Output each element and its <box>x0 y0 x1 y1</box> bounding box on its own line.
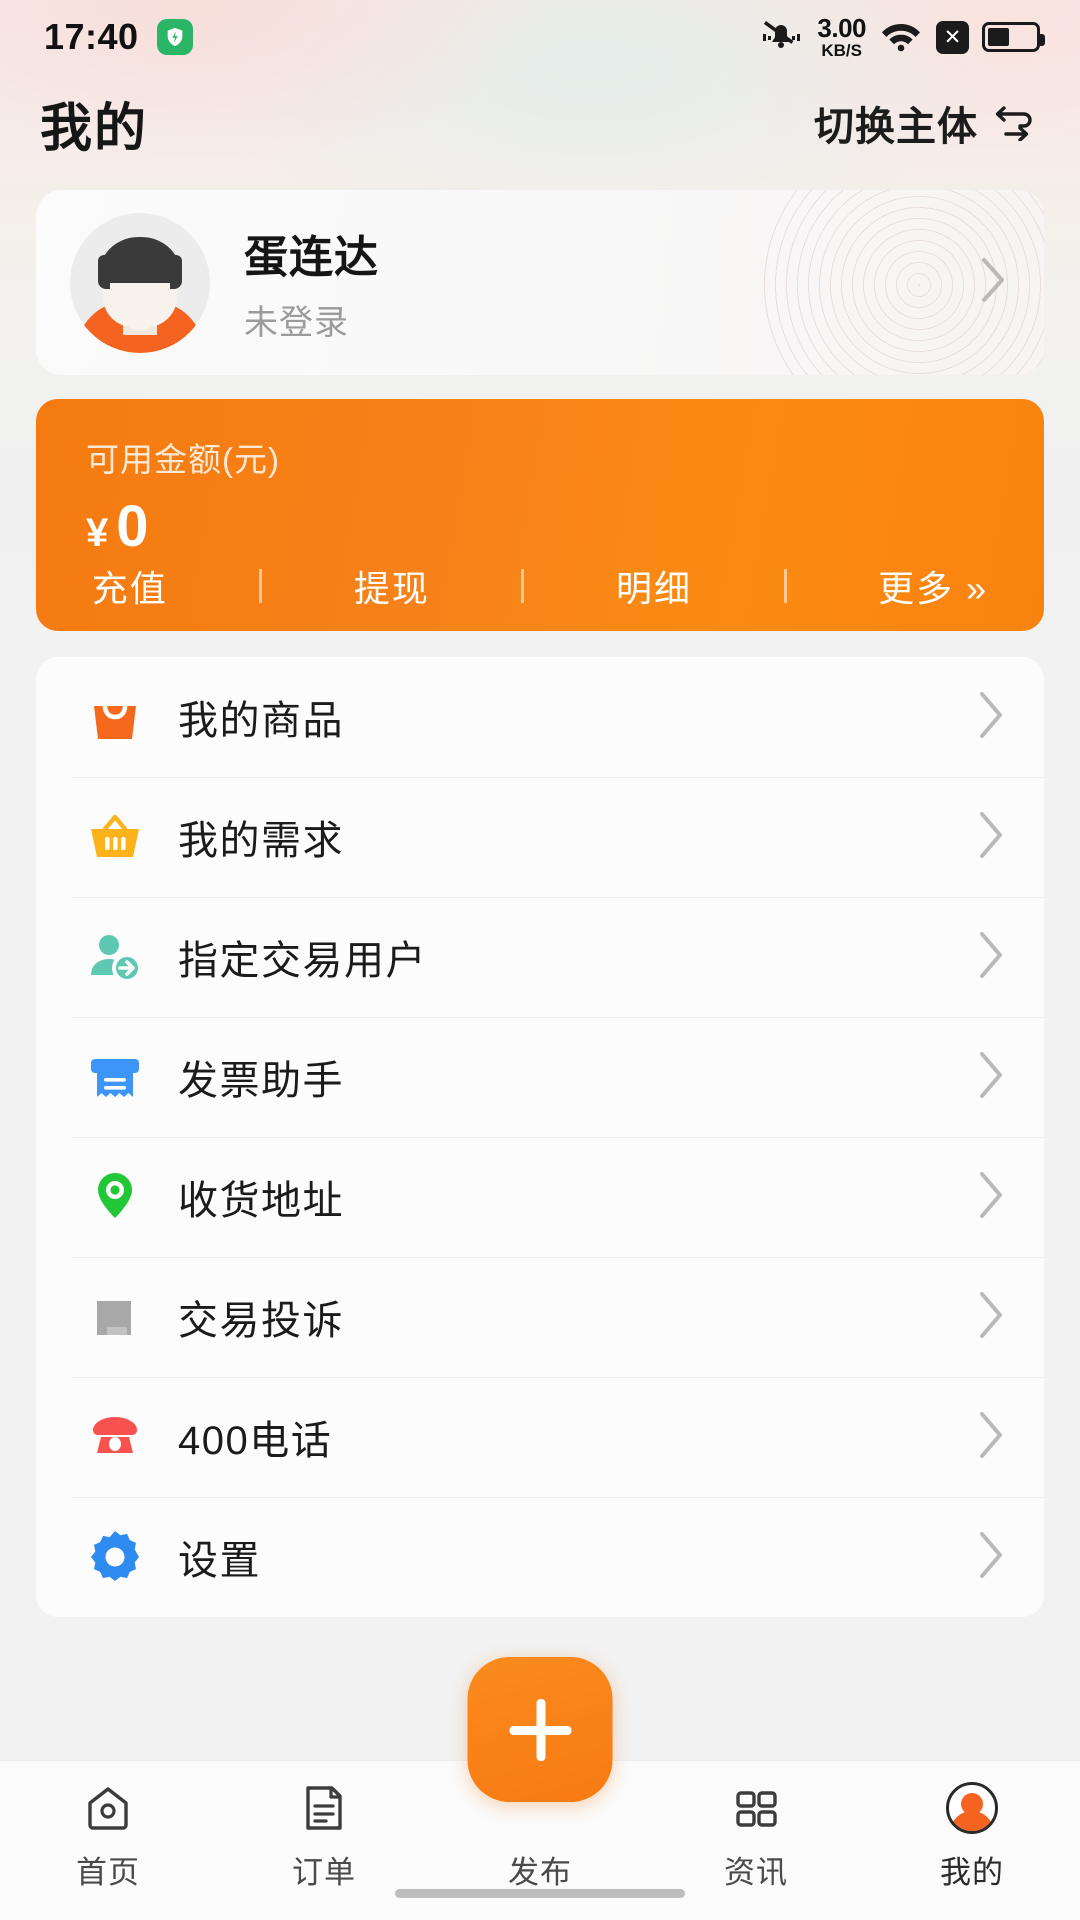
menu-item-400-phone[interactable]: 400电话 <box>36 1377 1044 1497</box>
shield-check-icon <box>156 19 193 55</box>
currency-symbol: ¥ <box>86 511 109 555</box>
status-bar-right: 3.00 KB/S ✕ <box>756 15 1045 59</box>
net-speed-value: 3.00 <box>817 13 866 43</box>
avatar <box>70 212 210 353</box>
balance-card: 可用金额(元) ¥ 0 充值 提现 明细 更多 » <box>36 399 1044 631</box>
profile-name: 蛋连达 <box>244 233 379 282</box>
menu-item-designated-trade-user[interactable]: 指定交易用户 <box>36 897 1044 1017</box>
tab-orders[interactable]: 订单 <box>216 1781 432 1892</box>
menu-item-invoice-assistant[interactable]: 发票助手 <box>36 1017 1044 1137</box>
chevron-right-icon <box>972 1168 1008 1227</box>
battery-icon <box>982 22 1045 52</box>
chevron-right-icon <box>972 1288 1008 1347</box>
net-speed-unit: KB/S <box>821 41 862 60</box>
shopping-bag-icon <box>82 684 148 750</box>
close-box-icon: ✕ <box>936 20 969 54</box>
switch-entity-button[interactable]: 切换主体 <box>814 94 1038 152</box>
balance-label: 可用金额(元) <box>86 441 280 478</box>
divider <box>521 569 525 603</box>
swap-icon <box>992 101 1038 146</box>
tab-label: 资讯 <box>724 1855 788 1890</box>
order-icon <box>300 1781 348 1835</box>
recharge-button[interactable]: 充值 <box>92 560 168 612</box>
menu-item-label: 400电话 <box>178 1419 333 1463</box>
home-icon <box>82 1781 134 1835</box>
network-speed: 3.00 KB/S <box>817 15 866 59</box>
publish-fab-button[interactable] <box>467 1657 613 1802</box>
menu-item-shipping-address[interactable]: 收货地址 <box>36 1137 1044 1257</box>
menu-item-label: 我的商品 <box>178 699 344 743</box>
details-button[interactable]: 明细 <box>616 560 692 612</box>
balance-value: 0 <box>116 494 150 559</box>
status-bar-left: 17:40 <box>44 16 193 58</box>
page-title: 我的 <box>40 99 149 158</box>
profile-text: 蛋连达 未登录 <box>244 221 379 344</box>
profile-icon <box>946 1781 998 1835</box>
app-screen: 17:40 3.00 KB/S ✕ 我的 切换主体 蛋连达 未登录 可用金额(元… <box>0 0 1080 1920</box>
menu-item-label: 收货地址 <box>178 1179 344 1223</box>
menu-item-label: 指定交易用户 <box>178 939 427 983</box>
tab-home[interactable]: 首页 <box>0 1781 216 1892</box>
balance-amount: ¥ 0 <box>36 493 1044 560</box>
withdraw-button[interactable]: 提现 <box>354 560 430 612</box>
basket-icon <box>82 804 148 870</box>
menu-item-trade-complaint[interactable]: 交易投诉 <box>36 1257 1044 1377</box>
location-pin-icon <box>82 1164 148 1230</box>
chevron-right-icon <box>972 928 1008 987</box>
tab-news[interactable]: 资讯 <box>648 1781 864 1892</box>
grid-icon <box>730 1781 782 1835</box>
status-bar: 17:40 3.00 KB/S ✕ <box>0 0 1080 74</box>
avatar <box>946 1782 998 1834</box>
more-button[interactable]: 更多 » <box>878 560 988 612</box>
menu-item-label: 设置 <box>178 1539 261 1583</box>
bell-muted-icon <box>756 16 804 59</box>
tab-label: 发布 <box>508 1855 572 1890</box>
menu-item-my-demands[interactable]: 我的需求 <box>36 777 1044 897</box>
chevron-right-icon <box>972 1408 1008 1467</box>
menu-item-label: 交易投诉 <box>178 1299 344 1343</box>
chevron-right-icon <box>972 688 1008 747</box>
tab-label: 订单 <box>292 1855 356 1890</box>
profile-card[interactable]: 蛋连达 未登录 <box>36 190 1044 375</box>
chevron-right-icon <box>972 1528 1008 1587</box>
tab-label: 首页 <box>76 1855 140 1890</box>
complaint-doc-icon <box>82 1284 148 1350</box>
telephone-icon <box>82 1404 148 1470</box>
status-time: 17:40 <box>44 16 139 57</box>
menu-list: 我的商品 我的需求 指定交易用户 发票助手 收货地址 交易投诉 400电话 设置 <box>36 657 1044 1617</box>
page-header: 我的 切换主体 <box>0 74 1080 172</box>
invoice-icon <box>82 1044 148 1110</box>
tab-label: 我的 <box>940 1855 1004 1890</box>
gear-icon <box>82 1524 148 1590</box>
divider <box>783 569 787 603</box>
user-add-icon <box>82 924 148 990</box>
chevron-right-icon <box>972 808 1008 867</box>
tab-mine[interactable]: 我的 <box>864 1781 1080 1892</box>
divider <box>259 569 263 603</box>
balance-actions: 充值 提现 明细 更多 » <box>36 560 1044 612</box>
menu-item-label: 我的需求 <box>178 819 344 863</box>
menu-item-settings[interactable]: 设置 <box>36 1497 1044 1617</box>
profile-login-status: 未登录 <box>244 304 349 342</box>
chevron-right-icon <box>972 1048 1008 1107</box>
switch-entity-label: 切换主体 <box>814 105 978 149</box>
chevron-right-icon <box>974 254 1010 311</box>
menu-item-my-products[interactable]: 我的商品 <box>36 657 1044 777</box>
menu-item-label: 发票助手 <box>178 1059 344 1103</box>
wifi-icon <box>879 18 923 57</box>
plus-icon <box>509 1698 571 1761</box>
home-indicator <box>395 1889 685 1898</box>
